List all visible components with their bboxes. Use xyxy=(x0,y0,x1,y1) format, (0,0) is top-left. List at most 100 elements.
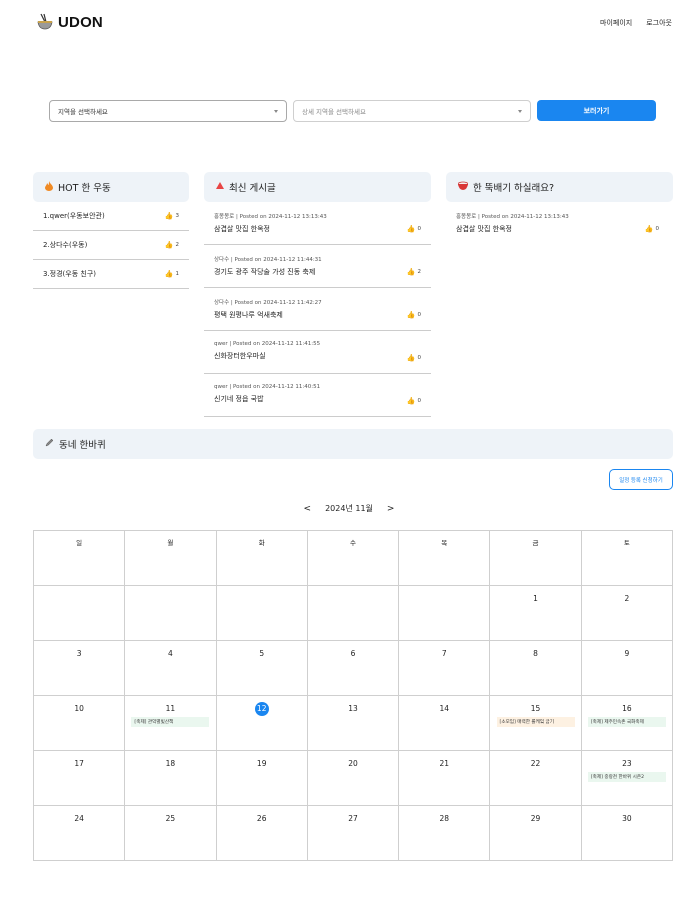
calendar-day[interactable]: 14 xyxy=(398,695,491,751)
calendar-day[interactable]: 16 [축제] 제주민속촌 국화축제 xyxy=(580,695,674,751)
day-number: 17 xyxy=(74,759,84,768)
post-meta: 상다수 | Posted on 2024-11-12 11:44:31 xyxy=(214,257,322,263)
mypage-link[interactable]: 마이페이지 xyxy=(600,18,632,28)
calendar-day[interactable]: 22 xyxy=(489,750,582,806)
calendar-day[interactable]: 8 xyxy=(489,640,582,696)
thumbs-up-icon: 👍 xyxy=(406,311,416,319)
post-item[interactable]: 홍몽몽로 | Posted on 2024-11-12 13:13:43 삼겹살… xyxy=(446,202,673,245)
day-number: 7 xyxy=(441,649,447,658)
calendar-event[interactable]: [축제] 중랑천 한바퀴 시즌2 xyxy=(587,772,666,782)
hot-item[interactable]: 2.상다수(우동) 👍 2 xyxy=(33,231,189,260)
calendar-day[interactable]: 20 xyxy=(306,750,400,806)
apply-schedule-button[interactable]: 일정 등록 신청하기 xyxy=(609,469,673,490)
calendar-day[interactable]: 18 xyxy=(124,750,217,806)
calendar-day[interactable]: 7 xyxy=(398,640,491,696)
post-title: 삼겹살 맛집 한옥정 xyxy=(456,225,512,233)
calendar-day xyxy=(32,585,126,641)
detail-region-select[interactable]: 상세 지역을 선택하세요 xyxy=(293,100,531,122)
calendar-day[interactable]: 3 xyxy=(32,640,126,696)
day-number: 9 xyxy=(624,649,630,658)
post-item[interactable]: 홍몽몽로 | Posted on 2024-11-12 13:13:43 삼겹살… xyxy=(204,202,431,245)
hot-item-label: 2.상다수(우동) xyxy=(43,241,88,249)
post-item[interactable]: qwer | Posted on 2024-11-12 11:40:51 신기네… xyxy=(204,374,431,417)
post-item[interactable]: qwer | Posted on 2024-11-12 11:41:55 신화장… xyxy=(204,331,431,374)
calendar-day[interactable]: 19 xyxy=(215,750,308,806)
post-item[interactable]: 상다수 | Posted on 2024-11-12 11:44:31 경기도 … xyxy=(204,245,431,288)
calendar-day[interactable]: 13 xyxy=(306,695,400,751)
calendar-day[interactable]: 9 xyxy=(580,640,674,696)
weekday-header: 수 xyxy=(306,530,400,586)
calendar-day[interactable]: 1 xyxy=(489,585,582,641)
calendar-day[interactable]: 21 xyxy=(398,750,491,806)
calendar-day[interactable]: 12 xyxy=(215,695,308,751)
calendar-day[interactable]: 30 xyxy=(580,805,674,861)
calendar-day[interactable]: 17 xyxy=(32,750,126,806)
prev-month-button[interactable]: < xyxy=(304,504,312,514)
chevron-down-icon xyxy=(518,109,522,113)
logo[interactable]: UDON xyxy=(36,13,103,31)
weekday-header: 일 xyxy=(32,530,126,586)
like-count: 👍 1 xyxy=(165,270,179,278)
calendar-day[interactable]: 5 xyxy=(215,640,308,696)
thumbs-up-icon: 👍 xyxy=(406,354,416,362)
hot-item[interactable]: 1.qwer(우동보안관) 👍 3 xyxy=(33,202,189,231)
logout-link[interactable]: 로그아웃 xyxy=(646,18,672,28)
neighborhood-panel-title: 동네 한바퀴 xyxy=(59,440,106,451)
view-button[interactable]: 보러가기 xyxy=(537,100,656,121)
day-number: 10 xyxy=(74,704,84,713)
calendar-week: 24 25 26 27 28 29 30 xyxy=(32,805,674,861)
region-select-text: 지역을 선택하세요 xyxy=(58,108,108,116)
calendar-event[interactable]: [축제] 관악별빛산책 xyxy=(131,717,210,727)
calendar-day[interactable]: 15 [소모임] 매력한 롤케잌 굽기 xyxy=(489,695,582,751)
post-item[interactable]: 상다수 | Posted on 2024-11-12 11:42:27 평택 원… xyxy=(204,288,431,331)
today-day-number: 12 xyxy=(254,702,269,716)
region-select[interactable]: 지역을 선택하세요 xyxy=(49,100,287,122)
like-count: 👍 0 xyxy=(645,225,659,233)
next-month-button[interactable]: > xyxy=(387,504,395,514)
day-number: 18 xyxy=(165,759,176,768)
calendar-event[interactable]: [축제] 제주민속촌 국화축제 xyxy=(587,717,666,727)
calendar-event[interactable]: [소모임] 매력한 롤케잌 굽기 xyxy=(496,717,575,727)
calendar-day[interactable]: 26 xyxy=(215,805,308,861)
day-number: 22 xyxy=(530,759,541,768)
chevron-down-icon xyxy=(274,109,278,113)
weekday-header: 월 xyxy=(124,530,217,586)
post-title: 신기네 정읍 국밥 xyxy=(214,395,264,403)
neighborhood-panel-header: 동네 한바퀴 xyxy=(33,429,673,459)
like-value: 3 xyxy=(175,213,180,219)
calendar-day[interactable]: 24 xyxy=(32,805,126,861)
header: UDON 마이페이지 로그아웃 xyxy=(0,0,698,48)
day-number: 3 xyxy=(76,649,82,658)
calendar-day xyxy=(124,585,217,641)
calendar-day[interactable]: 10 xyxy=(32,695,126,751)
thumbs-up-icon: 👍 xyxy=(164,241,174,249)
hot-item-label: 3.정경(우동 친구) xyxy=(43,270,97,278)
bowl-icon xyxy=(457,181,469,193)
fire-icon xyxy=(45,180,53,194)
calendar-day[interactable]: 4 xyxy=(124,640,217,696)
logo-text: UDON xyxy=(58,13,103,31)
thumbs-up-icon: 👍 xyxy=(406,397,416,405)
calendar-day[interactable]: 2 xyxy=(580,585,674,641)
calendar-day[interactable]: 11 [축제] 관악별빛산책 xyxy=(124,695,217,751)
day-number: 11 xyxy=(165,704,176,713)
calendar-day[interactable]: 27 xyxy=(306,805,400,861)
calendar-day[interactable]: 28 xyxy=(398,805,491,861)
calendar-day[interactable]: 25 xyxy=(124,805,217,861)
calendar-day[interactable]: 6 xyxy=(306,640,400,696)
like-value: 0 xyxy=(417,398,422,404)
calendar-day[interactable]: 23 [축제] 중랑천 한바퀴 시즌2 xyxy=(580,750,674,806)
recent-panel-header: 최신 게시글 xyxy=(204,172,431,202)
like-value: 1 xyxy=(175,271,180,277)
weekday-header: 금 xyxy=(489,530,582,586)
weekday-header: 토 xyxy=(580,530,674,586)
day-number: 30 xyxy=(622,814,632,823)
day-number: 25 xyxy=(165,814,176,823)
day-number: 27 xyxy=(348,814,358,823)
hot-item[interactable]: 3.정경(우동 친구) 👍 1 xyxy=(33,260,189,289)
calendar-week: 17 18 19 20 21 22 23 [축제] 중랑천 한바퀴 시즌2 xyxy=(32,750,674,806)
month-label: 2024년 11월 xyxy=(325,504,373,513)
calendar-day[interactable]: 29 xyxy=(489,805,582,861)
like-count: 👍 0 xyxy=(407,311,421,319)
recent-panel-title: 최신 게시글 xyxy=(229,183,276,194)
